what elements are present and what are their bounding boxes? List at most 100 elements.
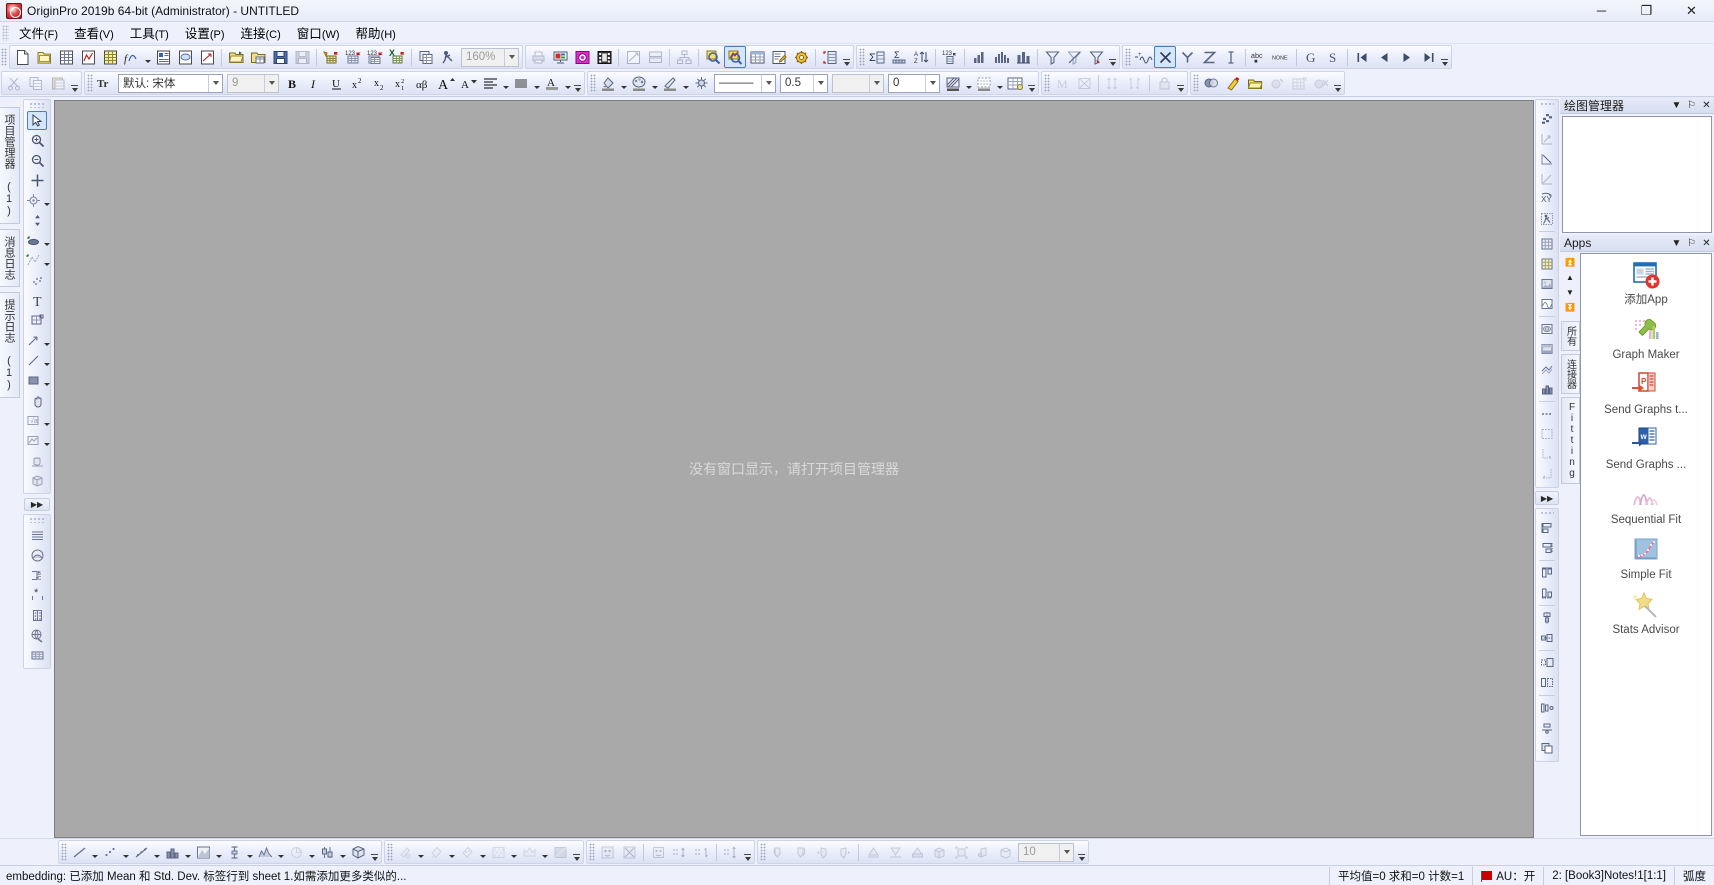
pie-icon[interactable] <box>285 841 307 863</box>
equation-tool-dropdown[interactable] <box>44 411 51 430</box>
object-toolbar-overflow[interactable] <box>1175 72 1186 94</box>
tilt-left-icon[interactable] <box>811 841 833 863</box>
align-center-h-icon[interactable] <box>1537 608 1557 628</box>
equation-tool-icon[interactable]: √a <box>24 411 44 430</box>
open-mask-icon[interactable] <box>1244 72 1266 94</box>
merge-graph-icon[interactable] <box>644 46 666 68</box>
3d-style-icon[interactable] <box>347 841 369 863</box>
fill-color-icon[interactable] <box>597 72 619 94</box>
menu-help[interactable]: 帮助(H) <box>348 21 404 44</box>
transparency-combo[interactable]: 0 <box>888 73 940 93</box>
reapply-filter-icon[interactable] <box>1085 46 1107 68</box>
3d-bars-icon[interactable] <box>1537 379 1557 399</box>
line-style-combo[interactable]: ——— <box>714 73 776 93</box>
mdi-client-area[interactable]: 没有窗口显示，请打开项目管理器 <box>54 100 1534 838</box>
import-multiple-ascii-icon[interactable]: 123 <box>364 46 386 68</box>
menu-tools[interactable]: 工具(T) <box>122 21 177 44</box>
menu-view[interactable]: 查看(V) <box>66 21 122 44</box>
statistics-icon[interactable]: Σ <box>866 46 888 68</box>
open-project-icon[interactable] <box>225 46 247 68</box>
perspective-up-icon[interactable] <box>862 841 884 863</box>
plot-manager-pin-button[interactable]: ⚐ <box>1684 98 1699 113</box>
vtab-message-log[interactable]: 消息日志 <box>0 229 20 287</box>
fill-pattern-dropdown[interactable] <box>416 841 425 863</box>
axis-left-icon[interactable] <box>1537 444 1557 464</box>
super-subscript-button[interactable]: x21 <box>391 72 413 94</box>
set-as-abc-icon[interactable]: abc <box>1249 46 1271 68</box>
layer-toolbar-grip[interactable] <box>29 517 45 523</box>
superscript-button[interactable]: x2 <box>347 72 369 94</box>
fill-crown-icon[interactable] <box>518 841 540 863</box>
bold-button[interactable]: B <box>281 72 303 94</box>
scroll-top-icon[interactable]: ⏫ <box>1562 255 1578 270</box>
new-graph-icon[interactable] <box>77 46 99 68</box>
align-center-v-icon[interactable] <box>1537 628 1557 648</box>
zoom-in-icon[interactable] <box>702 46 724 68</box>
font-size-combo[interactable]: 9 <box>227 73 279 93</box>
line-symbol-icon[interactable] <box>130 841 152 863</box>
fill-toolbar-grip[interactable] <box>387 843 393 861</box>
minimize-button[interactable]: ─ <box>1579 0 1624 21</box>
apps-tab-all[interactable]: 所有 <box>1560 321 1580 351</box>
import-excel-icon[interactable]: X <box>386 46 408 68</box>
app-send-graphs-to-powerpoint[interactable]: P Send Graphs t... <box>1581 370 1711 418</box>
line-style-dropdown[interactable] <box>90 841 99 863</box>
app-graph-maker[interactable]: Graph Maker <box>1581 315 1711 363</box>
results-log-icon[interactable] <box>768 46 790 68</box>
new-excel-icon[interactable] <box>196 46 218 68</box>
new-notes-icon[interactable] <box>174 46 196 68</box>
left-tools-expander[interactable]: ▶▶ <box>24 498 50 511</box>
align-dropdown[interactable] <box>501 72 510 94</box>
prev-column-icon[interactable] <box>1373 46 1395 68</box>
close-button[interactable]: ✕ <box>1669 0 1714 21</box>
new-project-icon[interactable] <box>11 46 33 68</box>
scatter-style-icon[interactable] <box>99 841 121 863</box>
vertical-lines-dropdown[interactable] <box>532 72 541 94</box>
arrow-tool-dropdown[interactable] <box>44 331 51 350</box>
mask-toolbar-overflow[interactable] <box>1332 72 1343 94</box>
refresh-icon[interactable] <box>437 46 459 68</box>
error-bar-icon[interactable] <box>223 841 245 863</box>
screen-reader-icon[interactable] <box>24 191 44 210</box>
fill-color2-icon[interactable] <box>425 841 447 863</box>
palette-dropdown[interactable] <box>650 72 659 94</box>
bring-front-icon[interactable] <box>1537 738 1557 758</box>
rotate-left-icon[interactable] <box>767 841 789 863</box>
new-function-plot-icon[interactable]: f <box>121 46 143 68</box>
toolbar-grip[interactable] <box>1 48 7 66</box>
arrange-toolbar-grip[interactable] <box>1540 511 1554 516</box>
surface-icon[interactable] <box>1537 359 1557 379</box>
object-toolbar-grip[interactable] <box>1044 74 1050 92</box>
tilt-right-icon[interactable] <box>833 841 855 863</box>
plot-style-toolbar-overflow[interactable] <box>369 841 380 863</box>
text-color-dropdown[interactable] <box>563 72 572 94</box>
image-icon[interactable] <box>1537 274 1557 294</box>
line-style-icon[interactable] <box>68 841 90 863</box>
paste-icon[interactable] <box>47 72 69 94</box>
format-toolbar-grip[interactable] <box>87 74 93 92</box>
floating-bar-icon[interactable] <box>316 841 338 863</box>
screen-reader-dropdown[interactable] <box>44 191 51 210</box>
line-slope-icon[interactable] <box>1537 149 1557 169</box>
sort-worksheet-icon[interactable]: AZ <box>910 46 932 68</box>
fill-color-dropdown[interactable] <box>619 72 628 94</box>
align-top-icon[interactable] <box>1537 563 1557 583</box>
fly-3d-icon[interactable] <box>994 841 1016 863</box>
area-style-icon[interactable] <box>192 841 214 863</box>
underline-button[interactable]: U <box>325 72 347 94</box>
region-tool-dropdown[interactable] <box>44 431 51 450</box>
save-template-icon[interactable] <box>291 46 313 68</box>
send-graph-icon[interactable] <box>571 46 593 68</box>
decrease-font-button[interactable]: A <box>457 72 479 94</box>
line-tool-dropdown[interactable] <box>44 351 51 370</box>
new-folder-icon[interactable] <box>33 46 55 68</box>
dash-icon[interactable] <box>1537 404 1557 424</box>
set-as-error-icon[interactable]: + <box>1132 46 1154 68</box>
toolbar-3d-overflow[interactable] <box>1076 841 1087 863</box>
extract-layers-icon[interactable] <box>673 46 695 68</box>
mask-cross-icon[interactable] <box>618 841 640 863</box>
pie-dropdown[interactable] <box>307 841 316 863</box>
pointer-icon[interactable] <box>27 110 47 130</box>
error-bar-dropdown[interactable] <box>245 841 254 863</box>
highlight-icon[interactable] <box>1222 72 1244 94</box>
